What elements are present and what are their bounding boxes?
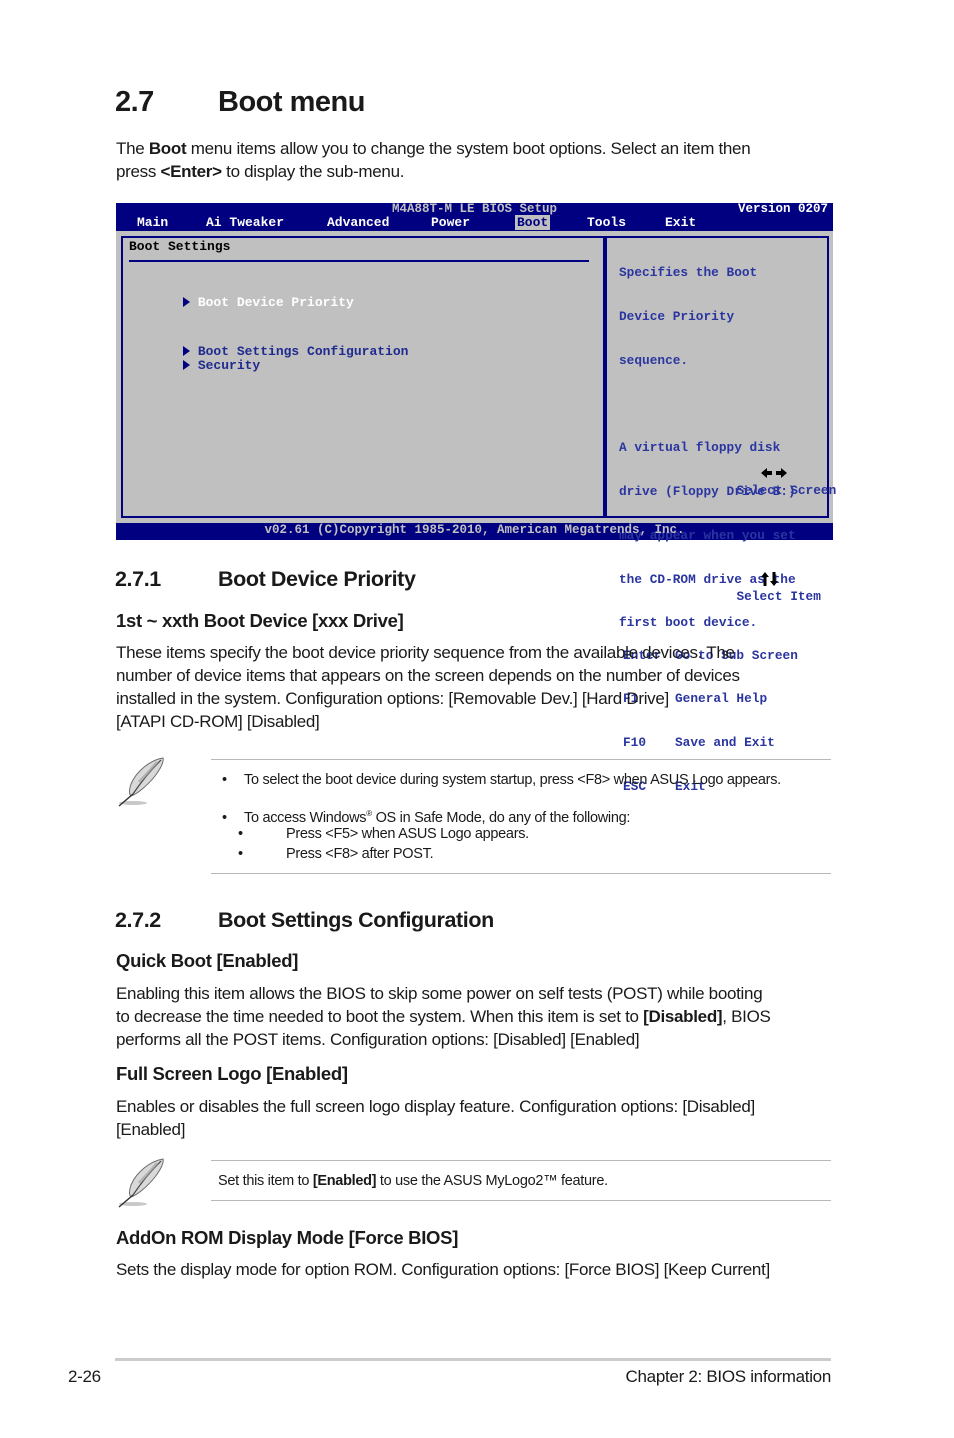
item-heading-full-screen-logo: Full Screen Logo [Enabled] [116, 1063, 348, 1084]
help-line: sequence. [619, 352, 689, 368]
intro-text: to display the sub-menu. [221, 162, 405, 181]
bullet-icon: • [222, 772, 227, 788]
bios-screenshot: M4A88T-M LE BIOS Setup Version 0207 Main… [116, 203, 836, 794]
intro-paragraph: The Boot menu items allow you to change … [116, 137, 751, 183]
help-line: Device Priority [619, 308, 735, 324]
item-heading-quick-boot: Quick Boot [Enabled] [116, 950, 299, 971]
section-title: Boot menu [218, 86, 365, 118]
bullet-icon: • [238, 846, 243, 862]
note-bottom-rule [211, 1200, 831, 1201]
bullet-icon: • [238, 826, 243, 842]
subsection-title: Boot Settings Configuration [218, 908, 494, 932]
feather-pen-icon [113, 1155, 167, 1214]
note-bold: [Enabled] [312, 1173, 377, 1189]
paragraph-text: , BIOS [722, 1007, 771, 1026]
subsection-number: 2.7.2 [115, 908, 161, 932]
help-line: Specifies the Boot [619, 265, 758, 281]
submenu-arrow-icon [182, 360, 190, 370]
bios-tab-main[interactable]: Main [137, 215, 168, 230]
note-sub-bullet-f8-post: • Press <F8> after POST. [238, 844, 434, 864]
bios-item-label: Boot Device Priority [197, 295, 354, 310]
key-label: F10 [623, 735, 647, 751]
item-heading-boot-device: 1st ~ xxth Boot Device [xxx Drive] [116, 610, 404, 631]
quick-boot-description: Enabling this item allows the BIOS to sk… [116, 982, 771, 1051]
note-top-rule [211, 759, 831, 760]
bios-tab-boot[interactable]: Boot [515, 215, 551, 230]
bios-tab-power[interactable]: Power [431, 215, 470, 230]
note-mylogo: Set this item to [Enabled] to use the AS… [218, 1171, 608, 1191]
bios-tab-tools[interactable]: Tools [587, 215, 626, 230]
bios-tab-advanced[interactable]: Advanced [327, 215, 389, 230]
intro-text: menu items allow you to change the syste… [186, 139, 751, 158]
feather-pen-icon [113, 754, 167, 813]
page-number: 2-26 [68, 1367, 101, 1386]
intro-bold-boot: Boot [148, 139, 187, 158]
paragraph-line: [ATAPI CD-ROM] [Disabled] [116, 712, 320, 731]
paragraph-line: to decrease the time needed to boot the … [116, 1005, 771, 1028]
left-right-arrows-icon [684, 453, 788, 499]
note-text: Set this item to [218, 1173, 313, 1189]
note-sub-bullet-f5: • Press <F5> when ASUS Logo appears. [238, 824, 529, 844]
intro-bold-enter: <Enter> [160, 162, 223, 181]
subsection-heading-2-7-1: 2.7.1 Boot Device Priority [115, 567, 416, 592]
footer-rule [115, 1358, 831, 1361]
key-row-f10: F10 Save and Exit [623, 735, 836, 751]
intro-text: The [116, 139, 149, 158]
note-top-rule [211, 1160, 831, 1161]
key-row-select-screen: Select Screen [623, 438, 836, 513]
up-down-arrows-icon [684, 557, 779, 605]
paragraph-line: Enables or disables the full screen logo… [116, 1097, 755, 1116]
bios-item-boot-device-priority[interactable]: Boot Device Priority [136, 282, 354, 324]
key-desc: Save and Exit [675, 735, 775, 751]
subsection-number: 2.7.1 [115, 567, 161, 591]
note-bullet-f8: • To select the boot device during system… [222, 770, 781, 790]
note-bottom-rule [211, 873, 831, 874]
paragraph-line: Sets the display mode for option ROM. Co… [116, 1260, 770, 1279]
bios-body: Boot Settings Boot Device Priority Boot … [116, 231, 836, 794]
bios-tab-exit[interactable]: Exit [665, 215, 696, 230]
paragraph-line: [Enabled] [116, 1120, 186, 1139]
note-text: To select the boot device during system … [244, 772, 781, 788]
submenu-arrow-icon [182, 297, 190, 307]
bios-item-security[interactable]: Security [136, 345, 260, 387]
full-screen-logo-description: Enables or disables the full screen logo… [116, 1095, 755, 1141]
paragraph-line: These items specify the boot device prio… [116, 643, 735, 662]
paragraph-line: installed in the system. Configuration o… [116, 689, 669, 708]
key-row-select-item: Select Item [623, 542, 836, 619]
chapter-title: Chapter 2: BIOS information [625, 1367, 832, 1386]
intro-text: press [116, 162, 161, 181]
subsection-heading-2-7-2: 2.7.2 Boot Settings Configuration [115, 908, 494, 933]
subsection-title: Boot Device Priority [218, 567, 416, 591]
note-text: Press <F5> when ASUS Logo appears. [286, 826, 529, 842]
bios-tab-ai-tweaker[interactable]: Ai Tweaker [206, 215, 284, 230]
paragraph-line: Enabling this item allows the BIOS to sk… [116, 984, 763, 1003]
key-desc: Select Item [736, 589, 821, 605]
paragraph-bold: [Disabled] [643, 1007, 723, 1026]
paragraph-line: performs all the POST items. Configurati… [116, 1030, 640, 1049]
bios-key-legend: Select Screen Select Item Enter Go to Sub… [623, 409, 836, 824]
bios-item-label: Security [197, 358, 261, 373]
item-heading-addon-rom: AddOn ROM Display Mode [Force BIOS] [116, 1227, 459, 1248]
section-heading: 2.7 Boot menu [115, 86, 365, 119]
addon-rom-description: Sets the display mode for option ROM. Co… [116, 1258, 770, 1281]
key-desc: Select Screen [736, 482, 837, 498]
boot-device-description: These items specify the boot device prio… [116, 641, 740, 733]
bios-menu-bar: Main Ai Tweaker Advanced Power Boot Tool… [116, 215, 833, 230]
bios-copyright-footer: v02.61 (C)Copyright 1985-2010, American … [264, 523, 685, 537]
section-number: 2.7 [115, 86, 154, 118]
bios-section-title: Boot Settings [129, 239, 231, 254]
note-text: to use the ASUS MyLogo2™ feature. [376, 1173, 608, 1189]
bios-section-rule [129, 260, 589, 262]
paragraph-line: number of device items that appears on t… [116, 666, 740, 685]
paragraph-text: to decrease the time needed to boot the … [116, 1007, 644, 1026]
note-text: Press <F8> after POST. [286, 846, 434, 862]
